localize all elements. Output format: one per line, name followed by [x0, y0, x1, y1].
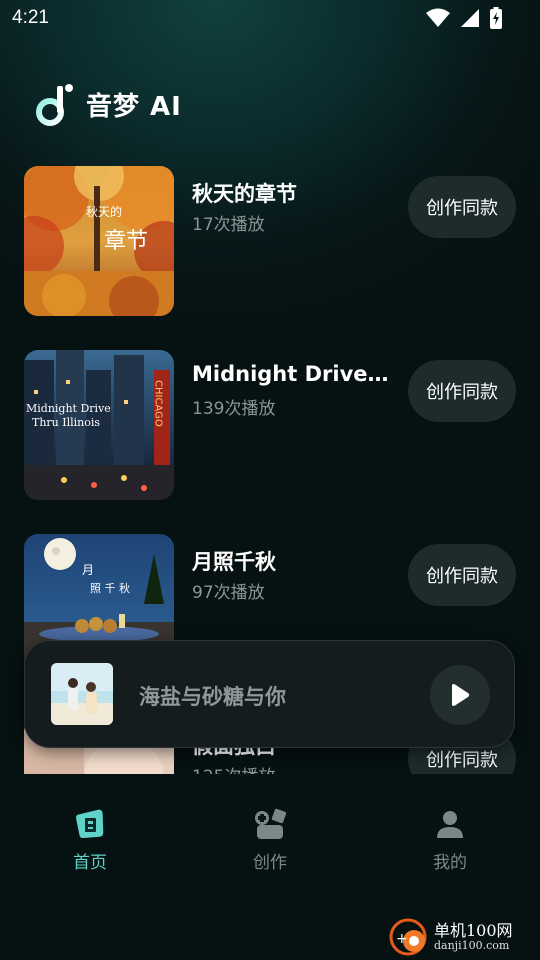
tab-label: 创作: [253, 853, 287, 873]
song-cover[interactable]: Midnight Drive Thru Illinois CHICAGO: [24, 350, 174, 500]
tab-home[interactable]: 首页: [40, 808, 140, 878]
song-play-count: 97次播放: [192, 583, 265, 603]
song-item[interactable]: 章节 秋天的 秋天的章节 17次播放 创作同款: [0, 166, 540, 318]
player-cover[interactable]: [51, 663, 113, 725]
status-icons: [426, 7, 502, 29]
song-item[interactable]: Midnight Drive Thru Illinois CHICAGO Mid…: [0, 350, 540, 502]
home-icon: [76, 809, 104, 839]
tab-label: 首页: [73, 853, 107, 873]
mini-player[interactable]: 海盐与砂糖与你: [24, 640, 515, 748]
cover-text: Midnight Drive: [26, 402, 111, 415]
song-play-count: 17次播放: [192, 215, 265, 235]
status-bar: 4:21: [0, 0, 540, 36]
play-button[interactable]: [430, 665, 490, 725]
player-song-title[interactable]: 海盐与砂糖与你: [139, 681, 286, 711]
play-icon: [452, 684, 470, 706]
song-play-count: 125次播放: [192, 762, 275, 774]
signal-icon: [461, 9, 479, 27]
song-play-count: 139次播放: [192, 399, 276, 419]
profile-icon: [437, 811, 463, 838]
song-title[interactable]: Midnight Drive-T...: [192, 362, 392, 386]
watermark: + 单机100网 danji100.com: [388, 914, 540, 960]
app-logo: 音梦 AI: [36, 82, 182, 126]
create-same-button[interactable]: 创作同款: [408, 544, 516, 606]
bottom-tab-bar: 首页 创作 我的: [0, 790, 540, 900]
cover-text: 照 千 秋: [90, 581, 130, 595]
svg-text:+: +: [396, 931, 408, 947]
tab-label: 我的: [433, 853, 467, 873]
wifi-icon: [426, 8, 450, 27]
battery-icon: [490, 7, 502, 29]
status-time: 4:21: [12, 7, 49, 28]
cover-sign-text: CHICAGO: [153, 380, 164, 427]
app-name: 音梦 AI: [86, 91, 182, 122]
watermark-logo-icon: +: [389, 918, 427, 956]
create-same-button[interactable]: 创作同款: [408, 176, 516, 238]
song-cover[interactable]: 章节 秋天的: [24, 166, 174, 316]
cover-text: 秋天的: [86, 204, 122, 219]
tab-create[interactable]: 创作: [220, 808, 320, 878]
cover-text: Thru Illinois: [32, 416, 100, 429]
cover-text: 章节: [104, 229, 148, 254]
watermark-url: danji100.com: [434, 938, 510, 952]
cover-text: 月: [82, 563, 94, 577]
song-title[interactable]: 月照千秋: [192, 546, 392, 576]
song-title[interactable]: 秋天的章节: [192, 178, 392, 208]
watermark-title: 单机100网: [434, 921, 513, 941]
tab-profile[interactable]: 我的: [400, 808, 500, 878]
music-note-logo-icon: [36, 84, 73, 126]
create-same-button[interactable]: 创作同款: [408, 360, 516, 422]
create-icon: [255, 808, 287, 839]
